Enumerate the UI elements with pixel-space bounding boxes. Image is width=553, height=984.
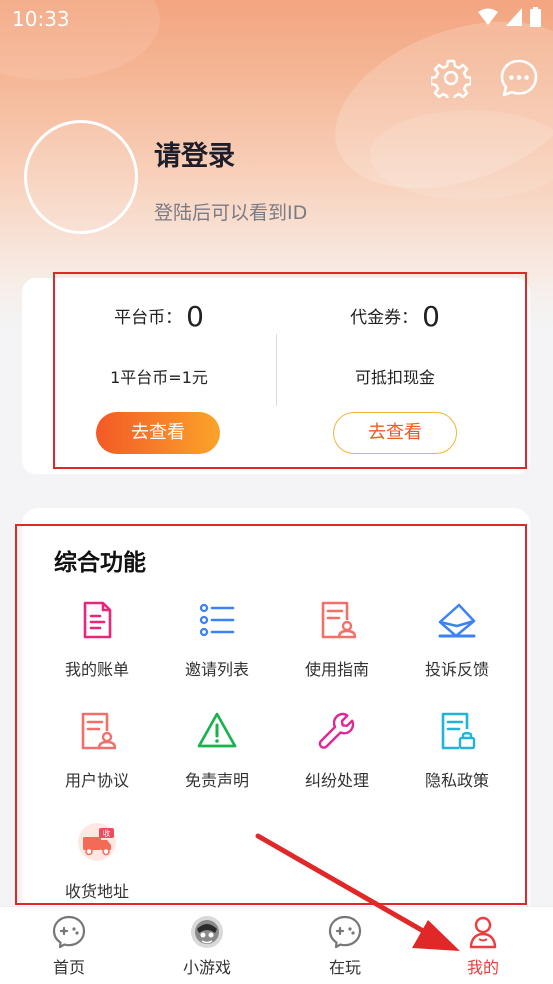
func-item-label: 投诉反馈 [424, 660, 489, 679]
privacy-lock-icon [441, 712, 476, 750]
func-item-label: 隐私政策 [424, 771, 489, 790]
nav-label-mine: 我的 [466, 958, 499, 977]
status-bar: 10:33 [0, 0, 553, 38]
func-item-feedback[interactable]: 投诉反馈 [402, 600, 512, 700]
delivery-badge-text: 收 [103, 828, 111, 838]
wallet-divider [276, 334, 277, 406]
gamepad-icon [52, 915, 86, 949]
func-item-label: 邀请列表 [184, 660, 249, 679]
func-item-user-agreement[interactable]: 用户协议 [42, 711, 152, 811]
func-item-bill[interactable]: 我的账单 [42, 600, 152, 700]
status-icons [478, 7, 541, 27]
functions-title: 综合功能 [54, 550, 146, 576]
func-item-invite-list[interactable]: 邀请列表 [162, 600, 272, 700]
nav-item-mini-game[interactable]: 小游戏 [138, 907, 276, 984]
nav-item-home[interactable]: 首页 [0, 907, 138, 984]
battery-icon [530, 7, 541, 27]
func-item-dispute[interactable]: 纠纷处理 [282, 711, 392, 811]
func-item-label: 免责声明 [184, 771, 249, 790]
func-item-label: 我的账单 [64, 660, 129, 679]
view-platform-coin-button[interactable]: 去查看 [96, 412, 220, 454]
func-item-label: 用户协议 [64, 771, 129, 790]
signal-icon [506, 8, 522, 26]
gamepad-icon [328, 915, 362, 949]
func-item-guide[interactable]: 使用指南 [282, 600, 392, 700]
nav-item-playing[interactable]: 在玩 [276, 907, 414, 984]
nav-label-mini-game: 小游戏 [182, 958, 231, 977]
bill-icon [83, 601, 112, 639]
warning-icon [197, 712, 237, 748]
func-item-label: 纠纷处理 [304, 771, 369, 790]
agreement-icon [81, 712, 117, 750]
status-time: 10:33 [12, 7, 70, 31]
settings-gear-icon[interactable] [431, 58, 471, 98]
func-item-privacy[interactable]: 隐私政策 [402, 711, 512, 811]
platform-coin-label: 平台币： 0 [40, 300, 278, 333]
bottom-nav: 首页 小游戏 在玩 我的 [0, 906, 553, 984]
login-subtitle: 登陆后可以看到ID [154, 202, 308, 224]
feedback-icon [438, 603, 476, 638]
nav-label-playing: 在玩 [328, 958, 361, 977]
view-voucher-button[interactable]: 去查看 [333, 412, 457, 454]
list-icon [199, 603, 235, 637]
mini-game-icon [191, 916, 223, 948]
nav-item-mine[interactable]: 我的 [414, 907, 552, 984]
platform-coin-value: 0 [186, 300, 204, 333]
wifi-icon [478, 8, 498, 25]
platform-coin-rate: 1平台币=1元 [110, 368, 208, 387]
login-title[interactable]: 请登录 [154, 134, 235, 173]
avatar[interactable] [24, 120, 138, 234]
platform-coin-label-text: 平台币： [114, 308, 183, 328]
delivery-truck-icon: 收 [78, 823, 116, 861]
nav-label-home: 首页 [52, 958, 85, 977]
wrench-icon [318, 712, 355, 749]
voucher-label: 代金券： 0 [276, 300, 514, 333]
voucher-label-text: 代金券： [350, 308, 419, 328]
voucher-desc: 可抵扣现金 [354, 368, 435, 387]
message-icon[interactable] [499, 58, 539, 98]
func-item-label: 使用指南 [304, 660, 369, 679]
func-item-disclaimer[interactable]: 免责声明 [162, 711, 272, 811]
guide-icon [321, 601, 357, 639]
voucher-value: 0 [422, 300, 440, 333]
func-item-label: 收货地址 [64, 882, 129, 901]
wallet-card: 平台币： 0 1平台币=1元 代金券： 0 可抵扣现金 去查看 去查看 [22, 278, 530, 474]
user-icon [469, 916, 497, 949]
